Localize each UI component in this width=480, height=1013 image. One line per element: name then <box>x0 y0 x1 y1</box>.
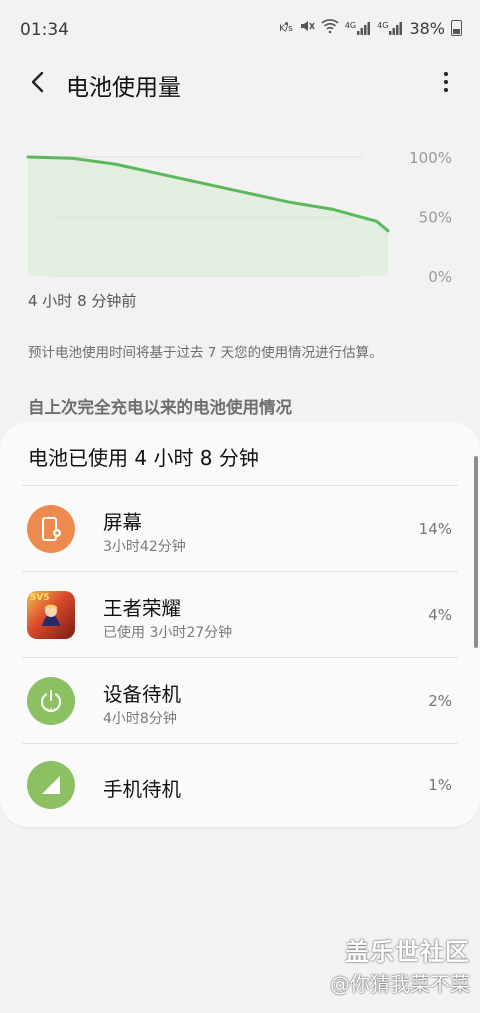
estimate-note: 预计电池使用时间将基于过去 7 天您的使用情况进行估算。 <box>28 345 383 361</box>
usage-card: 电池已使用 4 小时 8 分钟 屏幕 3小时42分钟 14% 5V5 王者荣耀 … <box>0 422 480 827</box>
more-dot-icon <box>444 80 448 84</box>
battery-chart-svg: 100% 50% 0% <box>26 149 452 286</box>
status-bar: 01:34 K/s 4G 4G 38% <box>0 0 480 58</box>
cell-signal-icon <box>27 761 75 809</box>
status-time: 01:34 <box>20 20 69 40</box>
more-dot-icon <box>444 72 448 76</box>
usage-item-percent: 4% <box>428 606 452 624</box>
power-standby-icon <box>27 677 75 725</box>
signal-icon-1: 4G <box>345 21 371 35</box>
usage-item-name: 王者荣耀 <box>103 597 182 620</box>
mute-icon <box>299 18 315 38</box>
back-arrow-icon <box>31 71 44 93</box>
usage-item-percent: 2% <box>428 692 452 710</box>
watermark-user: @你猜我菜不菜 <box>330 972 470 996</box>
usage-item-screen[interactable]: 屏幕 3小时42分钟 14% <box>0 486 480 572</box>
page-title: 电池使用量 <box>66 75 181 101</box>
chart-y-tick-label: 0% <box>428 268 452 286</box>
screen-settings-icon <box>27 505 75 553</box>
usage-item-device-idle[interactable]: 设备待机 4小时8分钟 2% <box>0 658 480 744</box>
battery-chart: 100% 50% 0% <box>0 140 480 290</box>
usage-item-sub: 已使用 3小时27分钟 <box>103 625 233 641</box>
wifi-icon <box>321 18 339 38</box>
battery-percent: 38% <box>409 18 445 38</box>
battery-icon <box>451 20 462 36</box>
chart-y-tick-label: 50% <box>419 209 452 227</box>
status-icons: K/s 4G 4G 38% <box>279 18 462 38</box>
chart-start-caption: 4 小时 8 分钟前 <box>28 292 137 310</box>
more-dot-icon <box>444 88 448 92</box>
section-title: 自上次完全充电以来的电池使用情况 <box>28 398 292 417</box>
usage-item-percent: 14% <box>418 520 452 538</box>
usage-item-percent: 1% <box>428 776 452 794</box>
usage-item-sub: 4小时8分钟 <box>103 711 177 727</box>
usage-item-cell-standby[interactable]: 手机待机 1% <box>0 744 480 830</box>
usage-item-name: 屏幕 <box>103 511 143 534</box>
chart-area-fill <box>28 157 388 276</box>
chart-y-tick-label: 100% <box>409 149 452 167</box>
usage-item-name: 手机待机 <box>103 778 182 801</box>
usage-item-game[interactable]: 5V5 王者荣耀 已使用 3小时27分钟 4% <box>0 572 480 658</box>
game-app-icon: 5V5 <box>27 591 75 639</box>
usage-item-name: 设备待机 <box>103 683 182 706</box>
app-header: 电池使用量 <box>0 58 480 108</box>
watermark-community: 盖乐世社区 <box>345 938 470 966</box>
scrollbar[interactable] <box>474 456 478 648</box>
usage-item-sub: 3小时42分钟 <box>103 539 186 555</box>
more-options-button[interactable] <box>434 66 458 98</box>
signal-icon-2: 4G <box>377 21 403 35</box>
usage-card-header: 电池已使用 4 小时 8 分钟 <box>28 446 259 470</box>
network-speed-icon: K/s <box>279 22 293 34</box>
back-button[interactable] <box>22 66 54 98</box>
chart-y-ticks: 100% 50% 0% <box>409 149 452 286</box>
game-badge: 5V5 <box>30 593 50 603</box>
